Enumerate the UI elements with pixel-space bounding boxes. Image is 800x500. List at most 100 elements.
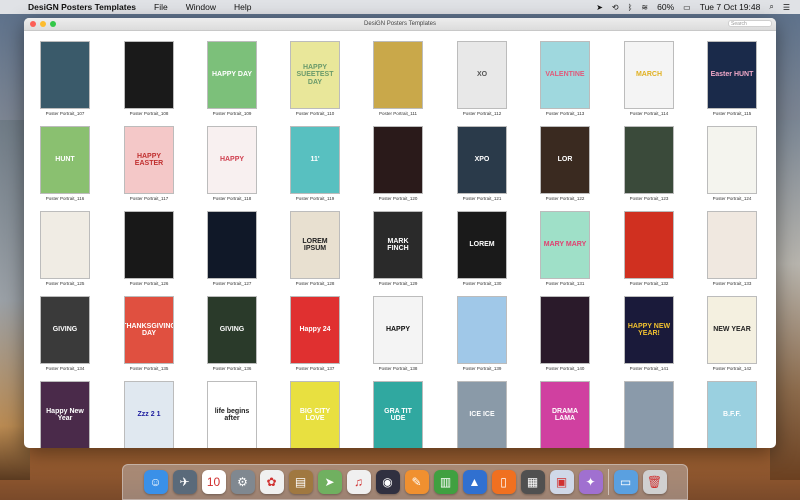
poster-tile[interactable]: HAPPY EASTER Poster Portrait_117: [124, 126, 174, 201]
poster-tile[interactable]: Happy New Year: [40, 381, 90, 448]
poster-tile[interactable]: Poster Portrait_133: [707, 211, 757, 286]
trash-icon[interactable]: 🗑: [642, 470, 667, 494]
poster-tile[interactable]: HAPPY Poster Portrait_138: [373, 296, 423, 371]
poster-tile[interactable]: Poster Portrait_108: [124, 41, 174, 116]
poster-tile[interactable]: LOREM Poster Portrait_130: [457, 211, 507, 286]
poster-tile[interactable]: [624, 381, 674, 448]
poster-tile[interactable]: MARCH Poster Portrait_114: [624, 41, 674, 116]
poster-thumbnail[interactable]: HAPPY: [373, 296, 423, 364]
calculator-icon[interactable]: ▦: [520, 470, 545, 494]
poster-thumbnail[interactable]: LOREM IPSUM: [290, 211, 340, 279]
poster-tile[interactable]: LOREM IPSUM Poster Portrait_128: [290, 211, 340, 286]
poster-tile[interactable]: NEW YEAR Poster Portrait_142: [707, 296, 757, 371]
poster-tile[interactable]: GIVING Poster Portrait_134: [40, 296, 90, 371]
poster-thumbnail[interactable]: [124, 211, 174, 279]
poster-tile[interactable]: Poster Portrait_126: [124, 211, 174, 286]
poster-thumbnail[interactable]: MARK FINCH: [373, 211, 423, 279]
poster-tile[interactable]: HUNT Poster Portrait_116: [40, 126, 90, 201]
poster-tile[interactable]: Poster Portrait_140: [540, 296, 590, 371]
poster-thumbnail[interactable]: BIG CITY LOVE: [290, 381, 340, 448]
battery-percent[interactable]: 60%: [657, 2, 674, 12]
window-menu[interactable]: Window: [186, 2, 216, 12]
poster-tile[interactable]: Poster Portrait_127: [207, 211, 257, 286]
poster-tile[interactable]: MARY MARY Poster Portrait_131: [540, 211, 590, 286]
poster-thumbnail[interactable]: XPO: [457, 126, 507, 194]
wifi-icon[interactable]: ≋: [641, 3, 648, 12]
poster-tile[interactable]: GRA TIT UDE: [373, 381, 423, 448]
poster-tile[interactable]: BIG CITY LOVE: [290, 381, 340, 448]
poster-thumbnail[interactable]: Happy New Year: [40, 381, 90, 448]
location-icon[interactable]: ➤: [596, 3, 603, 12]
siri-icon[interactable]: ◉: [375, 470, 400, 494]
poster-thumbnail[interactable]: Easter HUNT: [707, 41, 757, 109]
notes-icon[interactable]: ▤: [288, 470, 313, 494]
poster-tile[interactable]: Poster Portrait_107: [40, 41, 90, 116]
file-menu[interactable]: File: [154, 2, 168, 12]
folder-icon[interactable]: ▭: [613, 470, 638, 494]
poster-thumbnail[interactable]: [457, 296, 507, 364]
pages-icon[interactable]: ✎: [404, 470, 429, 494]
poster-tile[interactable]: MARK FINCH Poster Portrait_129: [373, 211, 423, 286]
poster-tile[interactable]: Zzz 2 1: [124, 381, 174, 448]
poster-tile[interactable]: HAPPY SUEETEST DAY Poster Portrait_110: [290, 41, 340, 116]
poster-thumbnail[interactable]: LOR: [540, 126, 590, 194]
poster-thumbnail[interactable]: [124, 41, 174, 109]
poster-tile[interactable]: HAPPY NEW YEAR! Poster Portrait_141: [624, 296, 674, 371]
poster-thumbnail[interactable]: [624, 211, 674, 279]
poster-tile[interactable]: Poster Portrait_120: [373, 126, 423, 201]
preview-icon[interactable]: ▣: [549, 470, 574, 494]
poster-thumbnail[interactable]: Happy 24: [290, 296, 340, 364]
system-preferences-icon[interactable]: ⚙: [230, 470, 255, 494]
design-app-icon[interactable]: ✦: [578, 470, 603, 494]
launchpad-icon[interactable]: ✈: [172, 470, 197, 494]
poster-tile[interactable]: Poster Portrait_124: [707, 126, 757, 201]
poster-tile[interactable]: VALENTINE Poster Portrait_113: [540, 41, 590, 116]
poster-tile[interactable]: LOR Poster Portrait_122: [540, 126, 590, 201]
poster-thumbnail[interactable]: B.F.F.: [707, 381, 757, 448]
keynote-icon[interactable]: ▲: [462, 470, 487, 494]
poster-tile[interactable]: Easter HUNT Poster Portrait_115: [707, 41, 757, 116]
apple-menu-icon[interactable]: [10, 2, 20, 12]
poster-thumbnail[interactable]: GRA TIT UDE: [373, 381, 423, 448]
poster-tile[interactable]: DRAMA LAMA: [540, 381, 590, 448]
photos-icon[interactable]: ✿: [259, 470, 284, 494]
poster-thumbnail[interactable]: HAPPY EASTER: [124, 126, 174, 194]
poster-tile[interactable]: B.F.F.: [707, 381, 757, 448]
poster-thumbnail[interactable]: HUNT: [40, 126, 90, 194]
battery-icon[interactable]: ▭: [683, 3, 691, 12]
poster-thumbnail[interactable]: HAPPY DAY: [207, 41, 257, 109]
poster-thumbnail[interactable]: GIVING: [40, 296, 90, 364]
poster-thumbnail[interactable]: [373, 126, 423, 194]
poster-tile[interactable]: THANKSGIVING DAY Poster Portrait_135: [124, 296, 174, 371]
poster-thumbnail[interactable]: 11': [290, 126, 340, 194]
poster-thumbnail[interactable]: NEW YEAR: [707, 296, 757, 364]
poster-thumbnail[interactable]: [373, 41, 423, 109]
books-icon[interactable]: ▯: [491, 470, 516, 494]
poster-tile[interactable]: Poster Portrait_132: [624, 211, 674, 286]
poster-thumbnail[interactable]: THANKSGIVING DAY: [124, 296, 174, 364]
poster-thumbnail[interactable]: HAPPY: [207, 126, 257, 194]
bluetooth-icon[interactable]: ᛒ: [628, 3, 633, 12]
help-menu[interactable]: Help: [234, 2, 251, 12]
poster-thumbnail[interactable]: GIVING: [207, 296, 257, 364]
maps-icon[interactable]: ➤: [317, 470, 342, 494]
poster-thumbnail[interactable]: [707, 126, 757, 194]
app-menu[interactable]: DesiGN Posters Templates: [28, 2, 136, 12]
time-machine-icon[interactable]: ⟲: [612, 3, 619, 12]
search-input[interactable]: Search: [728, 20, 772, 27]
poster-thumbnail[interactable]: [707, 211, 757, 279]
poster-tile[interactable]: ICE ICE: [457, 381, 507, 448]
poster-thumbnail[interactable]: VALENTINE: [540, 41, 590, 109]
poster-thumbnail[interactable]: [624, 126, 674, 194]
poster-tile[interactable]: XO Poster Portrait_112: [457, 41, 507, 116]
poster-thumbnail[interactable]: MARCH: [624, 41, 674, 109]
music-icon[interactable]: ♫: [346, 470, 371, 494]
poster-thumbnail[interactable]: [624, 381, 674, 448]
poster-tile[interactable]: XPO Poster Portrait_121: [457, 126, 507, 201]
poster-tile[interactable]: Poster Portrait_139: [457, 296, 507, 371]
poster-thumbnail[interactable]: Zzz 2 1: [124, 381, 174, 448]
poster-tile[interactable]: HAPPY DAY Poster Portrait_109: [207, 41, 257, 116]
notification-center-icon[interactable]: ☰: [783, 3, 790, 12]
poster-tile[interactable]: Poster Portrait_123: [624, 126, 674, 201]
calendar-icon[interactable]: 10: [201, 470, 226, 494]
